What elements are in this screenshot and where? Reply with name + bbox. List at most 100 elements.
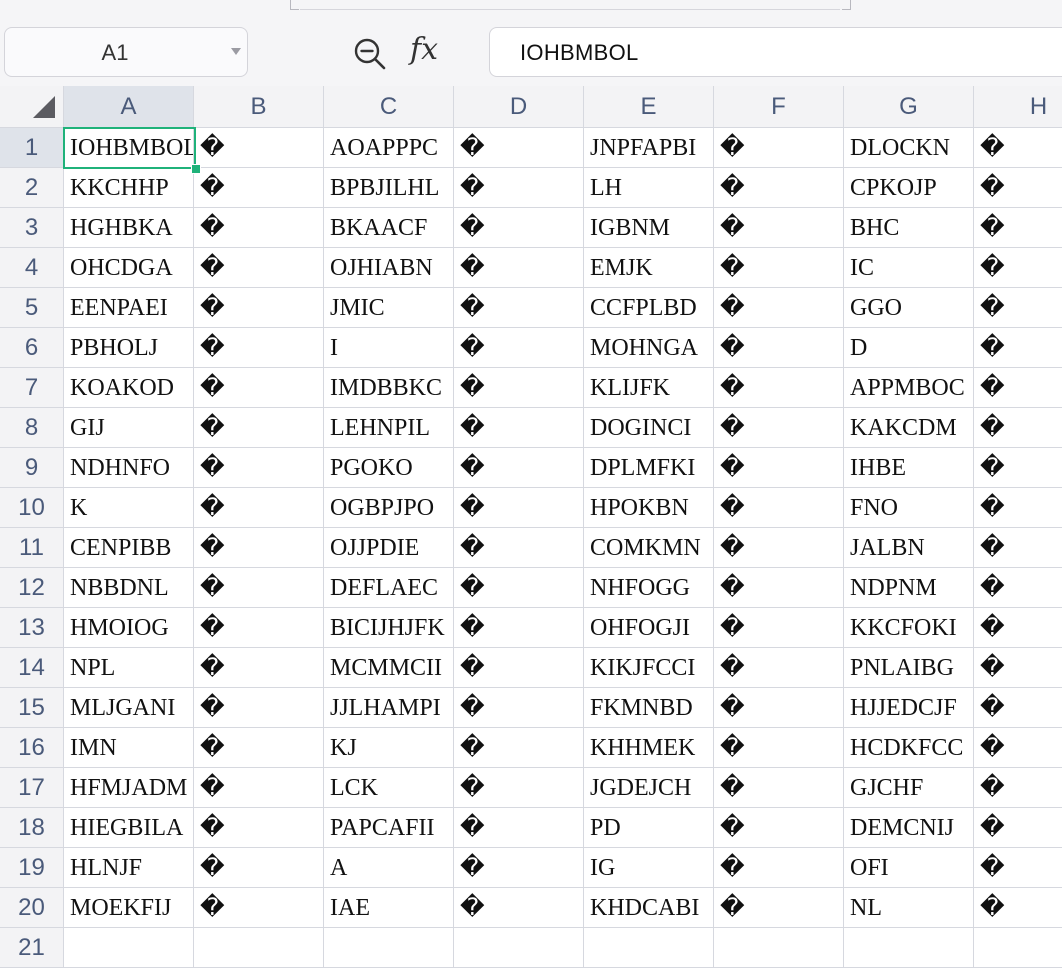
cell-g17[interactable]: GJCHF bbox=[844, 768, 974, 808]
cell-d10[interactable]: � bbox=[454, 488, 584, 528]
row-header-16[interactable]: 16 bbox=[0, 728, 64, 768]
column-header-g[interactable]: G bbox=[844, 86, 974, 128]
cell-e6[interactable]: MOHNGA bbox=[584, 328, 714, 368]
cell-f14[interactable]: � bbox=[714, 648, 844, 688]
cell-f4[interactable]: � bbox=[714, 248, 844, 288]
cell-b16[interactable]: � bbox=[194, 728, 324, 768]
cell-d13[interactable]: � bbox=[454, 608, 584, 648]
cell-e1[interactable]: JNPFAPBI bbox=[584, 128, 714, 168]
row-header-10[interactable]: 10 bbox=[0, 488, 64, 528]
cell-b20[interactable]: � bbox=[194, 888, 324, 928]
cell-a18[interactable]: HIEGBILA bbox=[64, 808, 194, 848]
cell-e21[interactable] bbox=[584, 928, 714, 968]
cell-g6[interactable]: D bbox=[844, 328, 974, 368]
row-header-20[interactable]: 20 bbox=[0, 888, 64, 928]
cell-e5[interactable]: CCFPLBD bbox=[584, 288, 714, 328]
cell-g2[interactable]: CPKOJP bbox=[844, 168, 974, 208]
cell-g14[interactable]: PNLAIBG bbox=[844, 648, 974, 688]
column-header-f[interactable]: F bbox=[714, 86, 844, 128]
cell-b2[interactable]: � bbox=[194, 168, 324, 208]
cell-a3[interactable]: HGHBKA bbox=[64, 208, 194, 248]
cell-c1[interactable]: AOAPPPC bbox=[324, 128, 454, 168]
cell-e7[interactable]: KLIJFK bbox=[584, 368, 714, 408]
cell-e17[interactable]: JGDEJCH bbox=[584, 768, 714, 808]
row-header-5[interactable]: 5 bbox=[0, 288, 64, 328]
cell-c20[interactable]: IAE bbox=[324, 888, 454, 928]
cell-c11[interactable]: OJJPDIE bbox=[324, 528, 454, 568]
function-icon[interactable]: fx bbox=[410, 32, 438, 67]
cell-h6[interactable]: � bbox=[974, 328, 1062, 368]
cell-a11[interactable]: CENPIBB bbox=[64, 528, 194, 568]
row-header-1[interactable]: 1 bbox=[0, 128, 64, 168]
cell-f2[interactable]: � bbox=[714, 168, 844, 208]
row-header-17[interactable]: 17 bbox=[0, 768, 64, 808]
cell-e3[interactable]: IGBNM bbox=[584, 208, 714, 248]
cell-g10[interactable]: FNO bbox=[844, 488, 974, 528]
cell-e13[interactable]: OHFOGJI bbox=[584, 608, 714, 648]
cell-g19[interactable]: OFI bbox=[844, 848, 974, 888]
cell-e9[interactable]: DPLMFKI bbox=[584, 448, 714, 488]
cell-b13[interactable]: � bbox=[194, 608, 324, 648]
cell-f6[interactable]: � bbox=[714, 328, 844, 368]
cell-h9[interactable]: � bbox=[974, 448, 1062, 488]
row-header-13[interactable]: 13 bbox=[0, 608, 64, 648]
cell-c16[interactable]: KJ bbox=[324, 728, 454, 768]
cell-b12[interactable]: � bbox=[194, 568, 324, 608]
cell-a17[interactable]: HFMJADM bbox=[64, 768, 194, 808]
cell-e15[interactable]: FKMNBD bbox=[584, 688, 714, 728]
cell-f10[interactable]: � bbox=[714, 488, 844, 528]
cell-d18[interactable]: � bbox=[454, 808, 584, 848]
cell-c21[interactable] bbox=[324, 928, 454, 968]
cell-f18[interactable]: � bbox=[714, 808, 844, 848]
column-header-e[interactable]: E bbox=[584, 86, 714, 128]
select-all-triangle-icon[interactable] bbox=[33, 96, 55, 118]
cell-b11[interactable]: � bbox=[194, 528, 324, 568]
cell-e2[interactable]: LH bbox=[584, 168, 714, 208]
cell-a12[interactable]: NBBDNL bbox=[64, 568, 194, 608]
cell-h12[interactable]: � bbox=[974, 568, 1062, 608]
cell-c15[interactable]: JJLHAMPI bbox=[324, 688, 454, 728]
cell-c8[interactable]: LEHNPIL bbox=[324, 408, 454, 448]
cell-a2[interactable]: KKCHHP bbox=[64, 168, 194, 208]
cell-g21[interactable] bbox=[844, 928, 974, 968]
cell-h3[interactable]: � bbox=[974, 208, 1062, 248]
cell-b18[interactable]: � bbox=[194, 808, 324, 848]
cell-h17[interactable]: � bbox=[974, 768, 1062, 808]
cell-b3[interactable]: � bbox=[194, 208, 324, 248]
cell-d20[interactable]: � bbox=[454, 888, 584, 928]
cell-g15[interactable]: HJJEDCJF bbox=[844, 688, 974, 728]
cell-d14[interactable]: � bbox=[454, 648, 584, 688]
cell-h5[interactable]: � bbox=[974, 288, 1062, 328]
cell-b19[interactable]: � bbox=[194, 848, 324, 888]
cell-a4[interactable]: OHCDGA bbox=[64, 248, 194, 288]
cell-g18[interactable]: DEMCNIJ bbox=[844, 808, 974, 848]
cell-c18[interactable]: PAPCAFII bbox=[324, 808, 454, 848]
cell-c10[interactable]: OGBPJPO bbox=[324, 488, 454, 528]
cell-b5[interactable]: � bbox=[194, 288, 324, 328]
cell-g13[interactable]: KKCFOKI bbox=[844, 608, 974, 648]
cell-g11[interactable]: JALBN bbox=[844, 528, 974, 568]
cell-d9[interactable]: � bbox=[454, 448, 584, 488]
cell-h7[interactable]: � bbox=[974, 368, 1062, 408]
cell-c13[interactable]: BICIJHJFK bbox=[324, 608, 454, 648]
cell-b15[interactable]: � bbox=[194, 688, 324, 728]
cell-d7[interactable]: � bbox=[454, 368, 584, 408]
cell-e11[interactable]: COMKMN bbox=[584, 528, 714, 568]
cell-b7[interactable]: � bbox=[194, 368, 324, 408]
cell-c3[interactable]: BKAACF bbox=[324, 208, 454, 248]
cell-c4[interactable]: OJHIABN bbox=[324, 248, 454, 288]
cell-h8[interactable]: � bbox=[974, 408, 1062, 448]
column-header-b[interactable]: B bbox=[194, 86, 324, 128]
chevron-down-icon[interactable] bbox=[231, 48, 241, 55]
cell-f16[interactable]: � bbox=[714, 728, 844, 768]
cell-d4[interactable]: � bbox=[454, 248, 584, 288]
cell-d6[interactable]: � bbox=[454, 328, 584, 368]
cell-b8[interactable]: � bbox=[194, 408, 324, 448]
cell-f21[interactable] bbox=[714, 928, 844, 968]
cell-c6[interactable]: I bbox=[324, 328, 454, 368]
cell-b14[interactable]: � bbox=[194, 648, 324, 688]
cell-d17[interactable]: � bbox=[454, 768, 584, 808]
cell-a20[interactable]: MOEKFIJ bbox=[64, 888, 194, 928]
cell-b9[interactable]: � bbox=[194, 448, 324, 488]
cell-g8[interactable]: KAKCDM bbox=[844, 408, 974, 448]
